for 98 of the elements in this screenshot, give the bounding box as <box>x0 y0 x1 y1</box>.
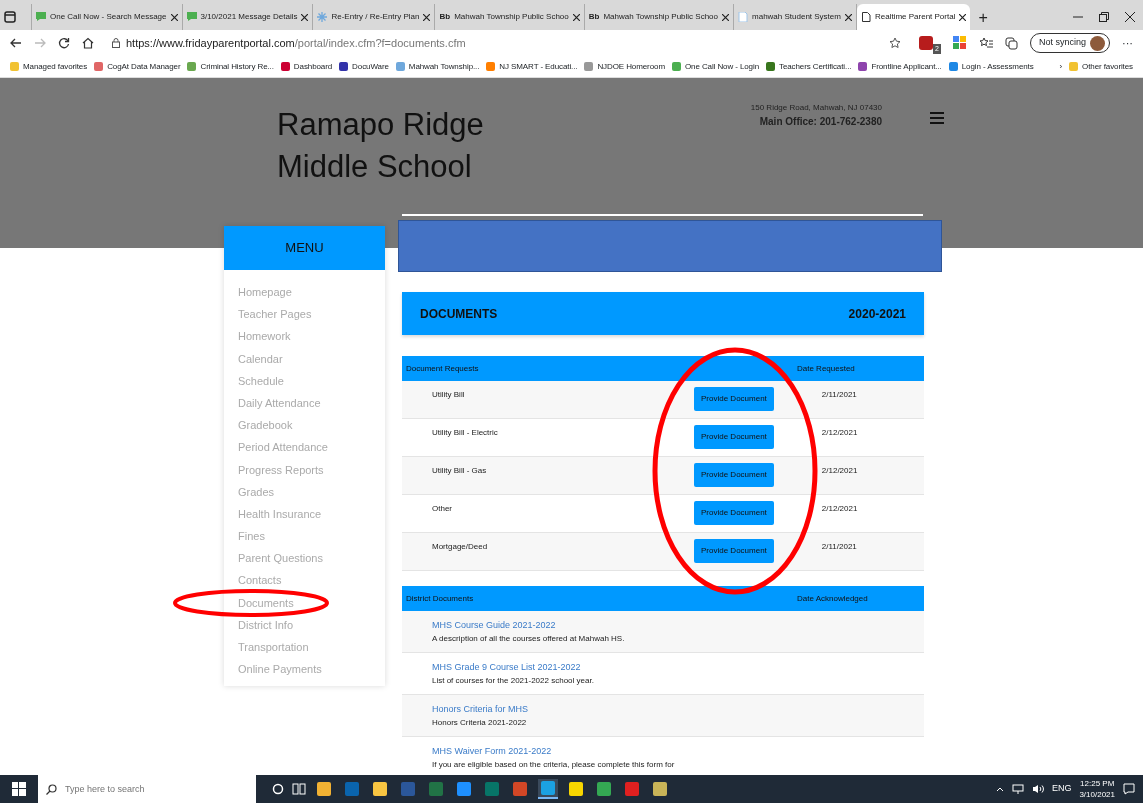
tab-title: 3/10/2021 Message Details <box>200 11 298 23</box>
bookmark[interactable]: Teachers Certificati... <box>766 60 852 73</box>
provide-document-button[interactable]: Provide Document <box>694 387 774 411</box>
table-cell-text: 2/11/2021 <box>821 389 857 401</box>
table-cell-text: Utility Bill - Gas <box>431 465 488 477</box>
bookmark[interactable]: Login - Assessments <box>948 60 1034 73</box>
document-description: A description of all the courses offered at Mahwah HS. <box>432 632 626 645</box>
snowflake-icon <box>317 12 328 22</box>
avatar-icon <box>1090 35 1105 51</box>
column-header: District Documents <box>406 592 475 605</box>
school-name: Ramapo Ridge <box>277 106 484 144</box>
close-icon[interactable] <box>1125 12 1135 22</box>
document-link[interactable]: MHS Course Guide 2021-2022 <box>432 619 924 633</box>
close-icon[interactable] <box>572 13 580 21</box>
document-description: Honors Criteria 2021-2022 <box>432 716 528 729</box>
bookmark[interactable]: NJDOE Homeroom <box>584 60 665 73</box>
more-button[interactable]: ··· <box>1122 34 1133 52</box>
tab-actions-icon[interactable] <box>4 11 16 23</box>
school-year: 2020-2021 <box>848 305 906 323</box>
document-description: List of courses for the 2021-2022 school year. <box>432 674 595 687</box>
office-phone: Main Office: 201-762-2380 <box>758 115 882 129</box>
bookmark[interactable]: DocuWare <box>339 60 389 73</box>
language-indicator[interactable]: ENG <box>1051 782 1072 796</box>
clock-time[interactable]: 12:25 PM <box>1079 778 1115 789</box>
chat-bubble-icon <box>186 12 197 22</box>
document-link[interactable]: MHS Grade 9 Course List 2021-2022 <box>432 661 924 675</box>
chevron-icon[interactable] <box>995 786 1004 792</box>
menu-icon[interactable] <box>930 112 944 124</box>
browser-tab[interactable]: Realtime Parent Portal <box>856 4 971 30</box>
restore-icon[interactable] <box>1099 12 1109 22</box>
star-icon[interactable] <box>889 37 902 49</box>
close-icon[interactable] <box>844 13 852 21</box>
bookmark[interactable]: Dashboard <box>280 60 333 73</box>
provide-document-button[interactable]: Provide Document <box>694 539 774 563</box>
document-icon <box>738 12 748 22</box>
section-title: DOCUMENTS <box>420 305 498 323</box>
back-icon[interactable] <box>10 37 22 49</box>
tab-title: Re-Entry / Re-Entry Plan <box>331 11 420 23</box>
table-cell-text: Other <box>431 503 453 515</box>
extension-icon[interactable] <box>919 36 934 50</box>
table-cell-text: Utility Bill - Electric <box>431 427 499 439</box>
table-cell-text: 2/12/2021 <box>821 503 858 515</box>
document-description: If you are eligible based on the criteria, please complete this form for <box>432 758 676 771</box>
start-icon[interactable] <box>12 782 26 796</box>
table-cell-text: Mortgage/Deed <box>431 541 489 553</box>
more-bookmarks-button[interactable]: › <box>1059 60 1063 73</box>
tab-favicon: Bb <box>588 11 600 23</box>
table-cell-text: Utility Bill <box>431 389 466 401</box>
school-address: 150 Ridge Road, Mahwah, NJ 07430 <box>750 102 882 114</box>
tab-title: Realtime Parent Portal <box>874 11 956 23</box>
collections-icon[interactable] <box>1004 36 1018 50</box>
tab-title: Mahwah Township Public Schoo <box>603 11 718 23</box>
provide-document-button[interactable]: Provide Document <box>694 463 774 487</box>
table-cell-text: 2/12/2021 <box>821 427 858 439</box>
column-header: Document Requests <box>406 362 480 375</box>
cortana-icon[interactable] <box>272 783 284 795</box>
home-icon[interactable] <box>82 37 94 49</box>
close-icon[interactable] <box>423 13 431 21</box>
school-name: Middle School <box>277 148 473 186</box>
table-cell-text: 2/11/2021 <box>821 541 857 553</box>
chat-bubble-icon <box>36 12 46 22</box>
bookmark[interactable]: CogAt Data Manager <box>94 60 181 73</box>
bookmark[interactable]: Frontline Applicant... <box>858 60 942 73</box>
close-icon[interactable] <box>959 13 967 21</box>
column-header: Date Requested <box>797 362 855 375</box>
column-header: Date Acknowledged <box>797 592 868 605</box>
search-icon <box>46 783 57 795</box>
refresh-icon[interactable] <box>58 37 70 49</box>
tab-title: One Call Now - Search Message <box>50 11 167 23</box>
bookmark[interactable]: Criminal History Re... <box>187 60 274 73</box>
bookmark[interactable]: Mahwah Township... <box>395 60 480 73</box>
lock-icon <box>112 38 120 48</box>
tab-title: Mahwah Township Public Schoo <box>454 11 569 23</box>
document-icon <box>860 12 871 22</box>
menu-title: MENU <box>224 226 385 270</box>
task-view-icon[interactable] <box>292 783 306 795</box>
close-icon[interactable] <box>722 13 729 21</box>
bookmark[interactable]: Other favorites <box>1069 60 1133 73</box>
favorites-icon[interactable] <box>978 37 993 49</box>
network-icon[interactable] <box>1011 784 1024 794</box>
bookmark[interactable]: One Call Now - Login <box>671 60 759 73</box>
document-link[interactable]: Honors Criteria for MHS <box>432 703 924 717</box>
tab-title: mahwah Student System <box>752 11 841 23</box>
new-tab-button[interactable]: + <box>970 6 996 30</box>
tab-favicon: Bb <box>439 11 451 23</box>
clock-date[interactable]: 3/10/2021 <box>1079 789 1115 800</box>
notifications-icon[interactable] <box>1123 783 1135 795</box>
document-link[interactable]: MHS Waiver Form 2021-2022 <box>432 745 924 759</box>
extension-icon[interactable] <box>952 36 967 50</box>
bookmark[interactable]: Managed favorites <box>10 60 88 73</box>
folder-icon <box>1069 62 1079 71</box>
table-cell-text: 2/12/2021 <box>821 465 858 477</box>
provide-document-button[interactable]: Provide Document <box>694 425 774 449</box>
close-icon[interactable] <box>301 13 309 21</box>
bookmark[interactable]: NJ SMART - Educati... <box>486 60 578 73</box>
close-icon[interactable] <box>170 13 178 21</box>
speaker-icon[interactable] <box>1031 784 1044 794</box>
provide-document-button[interactable]: Provide Document <box>694 501 774 525</box>
